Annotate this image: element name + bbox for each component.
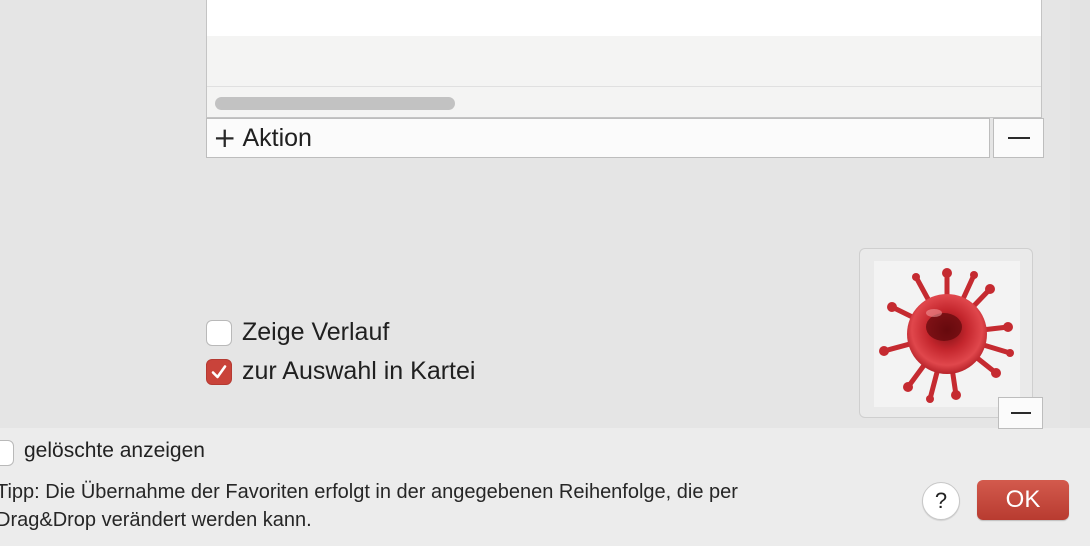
select-in-index-label: zur Auswahl in Kartei [242,357,476,385]
tip-line-2: Drag&Drop verändert werden kann. [0,509,312,531]
show-history-label: Zeige Verlauf [242,318,390,346]
show-deleted-label: gelöschte anzeigen [24,439,205,462]
actions-list[interactable] [206,0,1042,118]
plus-icon: + [213,121,237,154]
list-row[interactable] [207,0,1041,36]
add-action-button[interactable]: + Aktion [206,118,990,158]
show-deleted-checkbox[interactable] [0,440,14,466]
show-history-checkbox[interactable] [206,319,232,346]
remove-image-button[interactable] [998,397,1043,429]
tip-line-1: Tipp: Die Übernahme der Favoriten erfolg… [0,481,738,503]
add-action-label: Aktion [242,123,312,152]
image-thumbnail [874,261,1020,407]
tip-text: Tipp: Die Übernahme der Favoriten erfolg… [0,478,896,534]
image-well[interactable] [859,248,1033,418]
select-in-index-option[interactable]: zur Auswahl in Kartei [206,357,475,386]
select-in-index-checkbox[interactable] [206,358,232,385]
minus-icon [1007,137,1030,139]
horizontal-scrollbar[interactable] [215,97,455,110]
help-button[interactable]: ? [922,482,960,520]
show-history-option[interactable]: Zeige Verlauf [206,318,389,347]
remove-action-button[interactable] [993,118,1044,158]
list-divider [207,86,1041,87]
virus-icon [879,268,1014,403]
minus-icon [1010,412,1031,414]
checkmark-icon [211,364,227,378]
ok-button[interactable]: OK [977,480,1069,520]
